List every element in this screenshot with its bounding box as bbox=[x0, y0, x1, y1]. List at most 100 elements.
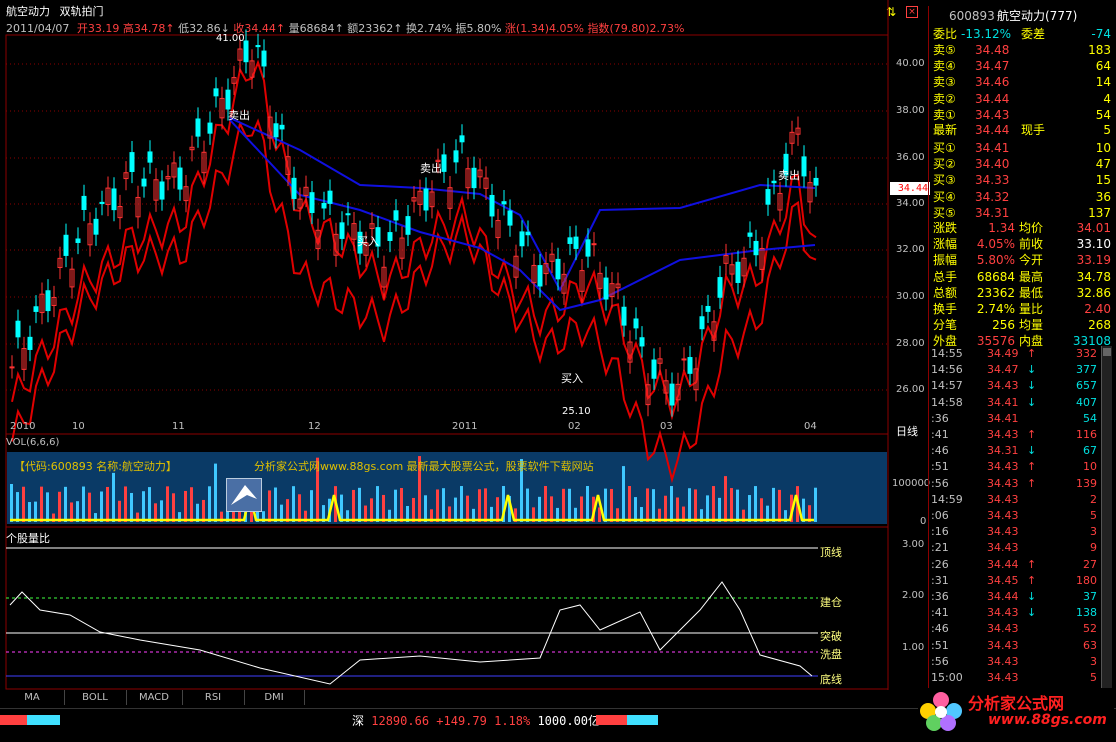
candle-body bbox=[717, 277, 723, 298]
vol-axis-tick-100000: 100000 bbox=[892, 478, 931, 489]
volume-bar bbox=[778, 489, 781, 522]
candle-body bbox=[813, 177, 819, 186]
volume-bar bbox=[748, 495, 751, 522]
candle-body bbox=[525, 231, 531, 236]
volume-bar bbox=[646, 488, 649, 522]
tick-volume: 67 bbox=[1083, 444, 1097, 458]
band-red-upper bbox=[11, 59, 817, 421]
tick-dir: ↑ bbox=[1027, 460, 1037, 474]
tick-time: :51 bbox=[931, 460, 949, 474]
volume-bar bbox=[568, 488, 571, 522]
candle-body bbox=[339, 222, 345, 239]
candle-body bbox=[651, 359, 657, 379]
tab-ma[interactable]: MA bbox=[0, 690, 65, 705]
candle-body bbox=[489, 194, 495, 217]
ask-row: 卖② 34.44 4 bbox=[931, 91, 1111, 107]
volume-bar bbox=[58, 491, 61, 522]
stat-value-a: 256 bbox=[992, 318, 1015, 333]
volume-bar bbox=[562, 488, 565, 522]
volume-bar bbox=[736, 489, 739, 522]
tab-rsi[interactable]: RSI bbox=[182, 690, 245, 705]
level-break-label: 突破 bbox=[820, 630, 842, 643]
tick-scrollbar[interactable] bbox=[1101, 346, 1112, 708]
volume-bar bbox=[214, 463, 217, 522]
ask-row-label: 卖③ bbox=[933, 75, 956, 90]
tick-row: :56 34.43 3 bbox=[929, 654, 1113, 670]
tick-row: 14:58 34.41 ↓ 407 bbox=[929, 395, 1113, 411]
candle-body bbox=[111, 188, 117, 211]
candle-body bbox=[129, 152, 135, 173]
tick-volume: 377 bbox=[1076, 363, 1097, 377]
tick-dir: ↑ bbox=[1027, 347, 1037, 360]
tick-dir: ↓ bbox=[1027, 395, 1037, 409]
bid-row-label: 买① bbox=[933, 141, 956, 155]
quote-name: 航空动力(777) bbox=[997, 9, 1078, 23]
kline-canvas[interactable] bbox=[0, 0, 928, 690]
candle-body bbox=[681, 358, 687, 361]
stat-value-a: 23362 bbox=[976, 285, 1015, 300]
price-axis-tick: 32.00 bbox=[896, 244, 925, 255]
tick-volume: 657 bbox=[1076, 379, 1097, 393]
candle-body bbox=[405, 216, 411, 235]
tick-time: 15:00 bbox=[931, 671, 963, 684]
ask-row-volume: 4 bbox=[1103, 91, 1111, 106]
tab-macd[interactable]: MACD bbox=[126, 690, 183, 705]
tab-boll[interactable]: BOLL bbox=[64, 690, 127, 705]
date-axis-tick: 12 bbox=[308, 421, 321, 432]
volume-bar bbox=[352, 489, 355, 522]
tab-dmi[interactable]: DMI bbox=[244, 690, 305, 705]
volume-bar bbox=[676, 497, 679, 522]
ask-row: 卖④ 34.47 64 bbox=[931, 58, 1111, 74]
logo-url: www.88gs.com bbox=[988, 712, 1107, 728]
bid-row: 买③ 34.33 15 bbox=[931, 172, 1111, 188]
tick-row: :41 34.43 ↑ 116 bbox=[929, 427, 1113, 443]
price-axis-tick: 30.00 bbox=[896, 291, 925, 302]
ratio-panel-border bbox=[5, 526, 889, 690]
volume-bar bbox=[148, 487, 151, 522]
ask-row-label: 卖④ bbox=[933, 59, 956, 74]
quote-panel: 600893 航空动力(777) 委比 -13.12% 委差 -74 卖⑤ 34.… bbox=[928, 6, 1113, 711]
stat-label-b: 今开 bbox=[1019, 253, 1044, 268]
wb-value: -13.12% bbox=[961, 27, 1012, 41]
ask-row-volume: 54 bbox=[1095, 107, 1111, 122]
volume-bar bbox=[100, 491, 103, 522]
volume-bar bbox=[664, 495, 667, 522]
ask-row-price: 34.43 bbox=[975, 107, 1010, 122]
volume-bar bbox=[424, 495, 427, 522]
bid-row-volume: 10 bbox=[1095, 141, 1111, 155]
volume-bar bbox=[478, 489, 481, 522]
tick-row: :51 34.43 ↑ 10 bbox=[929, 459, 1113, 475]
buy-signal-1: 买入 bbox=[357, 235, 379, 248]
high-marker: 41.00 bbox=[216, 33, 245, 44]
stat-row: 涨跌 1.34 均价 34.01 bbox=[931, 220, 1111, 236]
buy-signal-2: 买入 bbox=[561, 372, 583, 385]
volume-bar bbox=[550, 496, 553, 522]
tick-volume: 5 bbox=[1090, 509, 1097, 522]
candle-body bbox=[27, 336, 33, 350]
stat-value-b: 33.19 bbox=[1076, 253, 1111, 268]
scroll-up-arrow[interactable] bbox=[1103, 348, 1111, 356]
price-axis-tick: 36.00 bbox=[896, 152, 925, 163]
volume-bar bbox=[544, 486, 547, 522]
date-axis-tick: 02 bbox=[568, 421, 581, 432]
tick-time: :56 bbox=[931, 654, 949, 668]
tick-price: 34.43 bbox=[987, 492, 1019, 506]
volume-bar bbox=[712, 486, 715, 522]
volume-bar bbox=[634, 497, 637, 522]
cur-value: 5 bbox=[1103, 123, 1111, 137]
volume-bar bbox=[166, 486, 169, 522]
volume-bar bbox=[88, 492, 91, 522]
ask-row-volume: 14 bbox=[1095, 75, 1111, 90]
volume-bar bbox=[622, 466, 625, 522]
period-label[interactable]: 日线 bbox=[896, 423, 918, 439]
volume-bar bbox=[730, 488, 733, 522]
candle-body bbox=[309, 192, 315, 214]
bid-row-label: 买② bbox=[933, 157, 956, 172]
volume-bar bbox=[466, 495, 469, 522]
candle-body bbox=[699, 316, 705, 330]
volume-bar bbox=[436, 489, 439, 522]
tick-volume: 63 bbox=[1083, 638, 1097, 652]
tick-row: :51 34.43 63 bbox=[929, 638, 1113, 654]
sell-signal-3: 卖出 bbox=[778, 169, 800, 182]
price-axis-tick: 28.00 bbox=[896, 338, 925, 349]
